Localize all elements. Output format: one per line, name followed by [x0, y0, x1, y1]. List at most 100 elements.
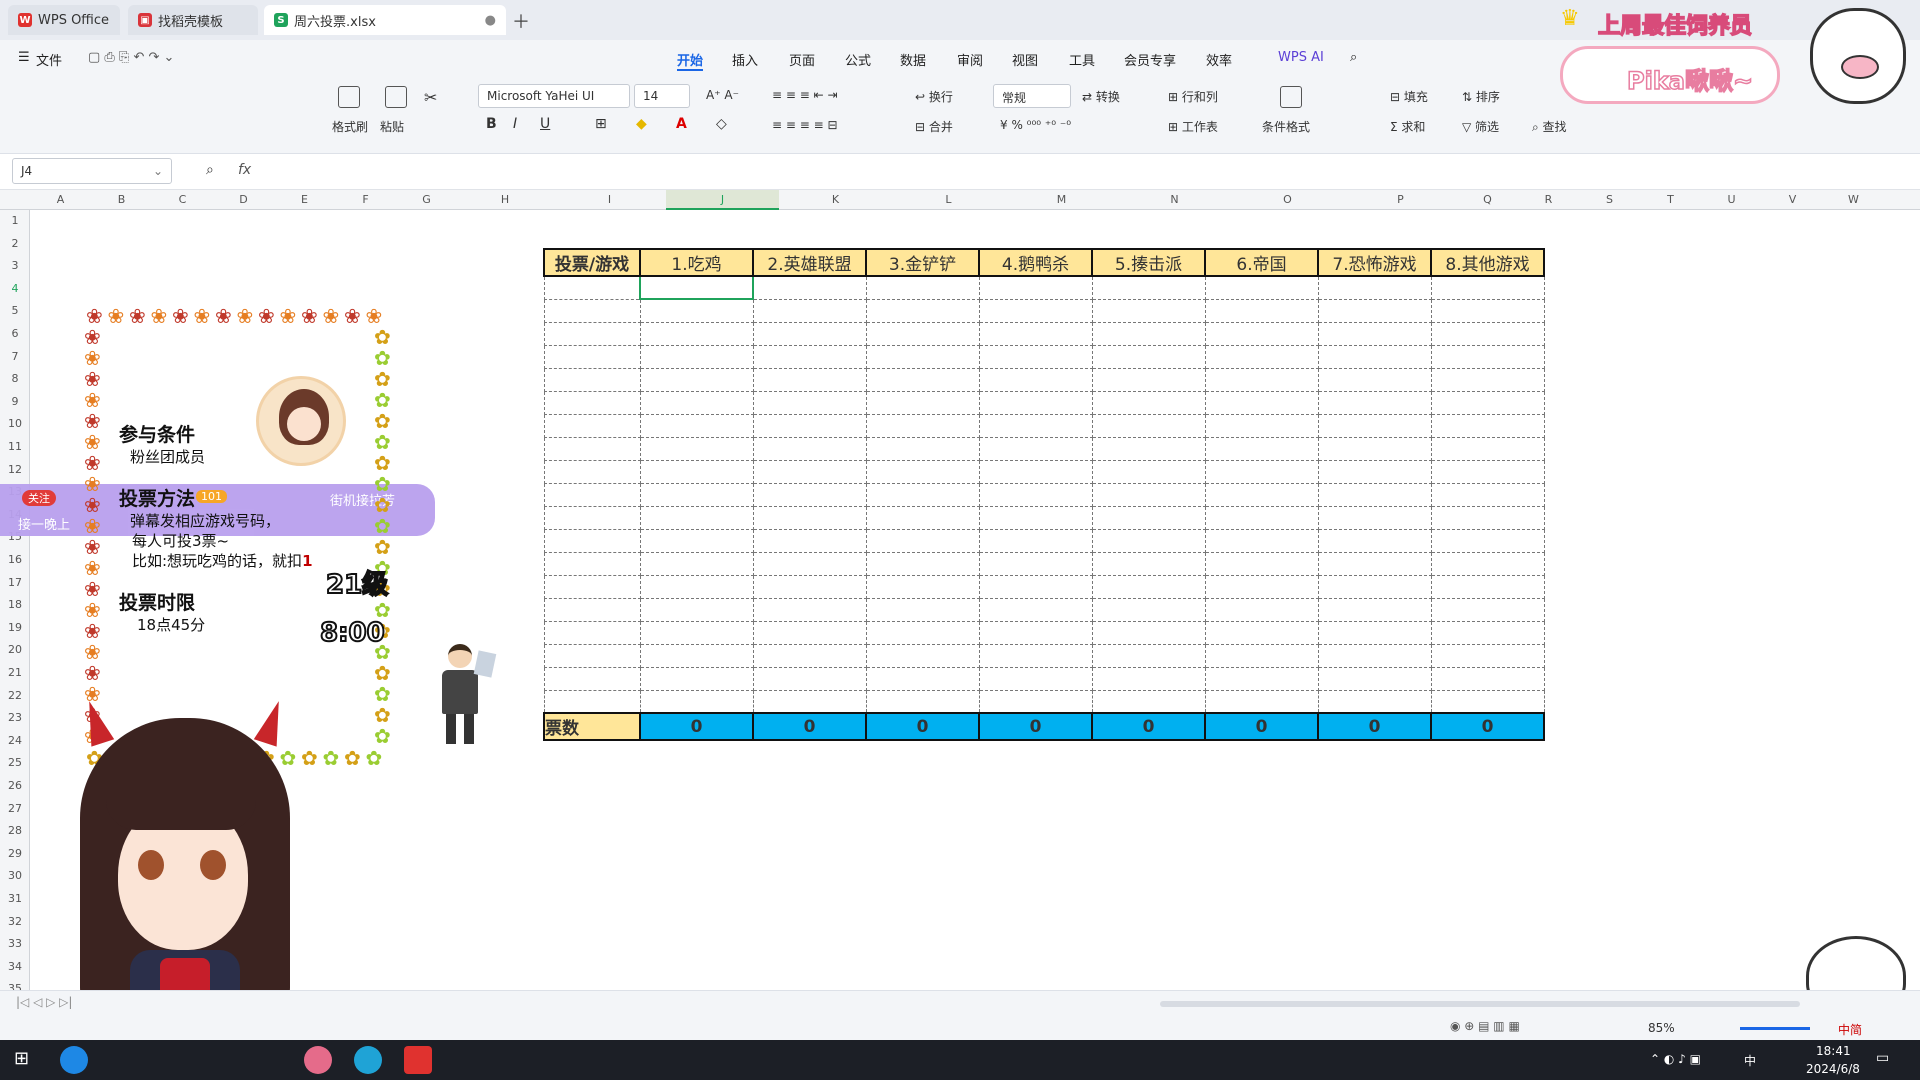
vote-cell[interactable] — [1091, 413, 1206, 438]
vote-cell[interactable] — [865, 390, 980, 415]
row-header[interactable]: 2 — [0, 237, 30, 250]
vote-cell[interactable] — [865, 597, 980, 622]
vote-cell[interactable] — [978, 505, 1093, 530]
bold-icon[interactable]: B — [486, 116, 497, 132]
row-header[interactable]: 5 — [0, 304, 30, 317]
new-tab-icon[interactable]: ＋ — [512, 8, 530, 34]
vote-cell[interactable] — [639, 367, 754, 392]
vote-cell[interactable] — [752, 597, 867, 622]
column-header[interactable]: K — [779, 193, 892, 206]
row-header[interactable]: 7 — [0, 350, 30, 363]
vote-cell[interactable] — [543, 436, 641, 461]
formula-input[interactable] — [264, 158, 1904, 184]
wrap-text-button[interactable]: ↩ 换行 — [915, 88, 953, 105]
vote-cell[interactable] — [1317, 551, 1432, 576]
number-format-icons[interactable]: ¥ % ⁰⁰⁰ ⁺⁰ ⁻⁰ — [1000, 118, 1071, 132]
vote-cell[interactable] — [752, 344, 867, 369]
vote-cell[interactable] — [1317, 275, 1432, 300]
vote-cell[interactable] — [978, 620, 1093, 645]
row-header[interactable]: 23 — [0, 711, 30, 724]
row-header[interactable]: 9 — [0, 395, 30, 408]
zoom-level[interactable]: 85% — [1648, 1021, 1675, 1035]
vote-cell[interactable] — [543, 298, 641, 323]
row-header[interactable]: 29 — [0, 847, 30, 860]
vote-cell[interactable] — [543, 574, 641, 599]
tab-template[interactable]: ▣ 找稻壳模板 — [128, 5, 258, 35]
vote-cell[interactable] — [1430, 275, 1545, 300]
vote-cell[interactable] — [1430, 574, 1545, 599]
align-top-icons[interactable]: ≡ ≡ ≡ ⇤ ⇥ — [772, 88, 838, 102]
vote-cell[interactable] — [1430, 643, 1545, 668]
column-header[interactable]: T — [1640, 193, 1701, 206]
row-header[interactable]: 3 — [0, 259, 30, 272]
vote-cell[interactable] — [639, 482, 754, 507]
notification-icon[interactable]: ▭ — [1876, 1050, 1889, 1066]
row-col-button[interactable]: ⊞ 行和列 — [1168, 88, 1218, 105]
vote-cell[interactable] — [1204, 666, 1319, 691]
vote-cell[interactable] — [978, 298, 1093, 323]
row-header[interactable]: 10 — [0, 417, 30, 430]
row-header[interactable]: 22 — [0, 689, 30, 702]
menu-formula[interactable]: 公式 — [845, 50, 871, 69]
vote-cell[interactable] — [865, 298, 980, 323]
row-header[interactable]: 21 — [0, 666, 30, 679]
paste-icon[interactable] — [385, 86, 407, 108]
row-header[interactable]: 16 — [0, 553, 30, 566]
vote-cell[interactable] — [543, 459, 641, 484]
number-format-select[interactable]: 常规 — [993, 84, 1071, 108]
menu-home[interactable]: 开始 — [677, 50, 704, 71]
vote-cell[interactable] — [978, 643, 1093, 668]
vote-cell[interactable] — [1317, 666, 1432, 691]
vote-cell[interactable] — [1091, 574, 1206, 599]
vote-cell[interactable] — [1430, 459, 1545, 484]
vote-cell[interactable] — [543, 344, 641, 369]
row-header[interactable]: 27 — [0, 802, 30, 815]
vote-cell[interactable] — [1091, 597, 1206, 622]
column-header[interactable]: H — [457, 193, 553, 206]
column-header[interactable]: S — [1579, 193, 1640, 206]
vote-cell[interactable] — [865, 574, 980, 599]
column-header[interactable]: C — [152, 193, 213, 206]
vote-cell[interactable] — [1317, 643, 1432, 668]
find-button[interactable]: ⌕ 查找 — [1532, 118, 1567, 135]
vote-cell[interactable] — [1204, 482, 1319, 507]
menu-efficiency[interactable]: 效率 — [1206, 50, 1232, 69]
vote-cell[interactable] — [1204, 689, 1319, 714]
vote-cell[interactable] — [543, 367, 641, 392]
vote-header-cell[interactable]: 7.恐怖游戏 — [1317, 248, 1432, 277]
vote-cell[interactable] — [1430, 620, 1545, 645]
windows-start-icon[interactable]: ⊞ — [14, 1048, 29, 1069]
column-header[interactable]: R — [1518, 193, 1579, 206]
row-header[interactable]: 28 — [0, 824, 30, 837]
name-box[interactable]: J4 ⌄ — [12, 158, 172, 184]
vote-cell[interactable] — [752, 321, 867, 346]
column-header[interactable]: D — [213, 193, 274, 206]
vote-cell[interactable] — [1430, 367, 1545, 392]
vote-cell[interactable] — [1430, 597, 1545, 622]
total-cell[interactable]: 0 — [978, 712, 1093, 741]
filter-button[interactable]: ▽ 筛选 — [1462, 118, 1499, 135]
vote-cell[interactable] — [1430, 413, 1545, 438]
vote-cell[interactable] — [978, 436, 1093, 461]
vote-cell[interactable] — [865, 689, 980, 714]
vote-cell[interactable] — [1430, 436, 1545, 461]
font-color-icon[interactable]: A — [676, 116, 687, 132]
vote-cell[interactable] — [543, 620, 641, 645]
row-header[interactable]: 1 — [0, 214, 30, 227]
vote-cell[interactable] — [1204, 620, 1319, 645]
total-cell[interactable]: 0 — [639, 712, 754, 741]
vote-cell[interactable] — [1091, 390, 1206, 415]
row-header[interactable]: 32 — [0, 915, 30, 928]
clock-date[interactable]: 2024/6/8 — [1806, 1062, 1860, 1076]
vote-cell[interactable] — [639, 643, 754, 668]
vote-cell[interactable] — [752, 413, 867, 438]
vote-cell[interactable] — [865, 643, 980, 668]
vote-cell[interactable] — [865, 620, 980, 645]
menu-data[interactable]: 数据 — [900, 50, 926, 69]
sum-button[interactable]: Σ 求和 — [1390, 118, 1425, 135]
font-grow-icon[interactable]: A⁺ A⁻ — [706, 88, 739, 102]
vote-cell[interactable] — [639, 436, 754, 461]
close-icon[interactable]: ● — [485, 13, 496, 28]
vote-cell[interactable] — [639, 689, 754, 714]
vote-cell[interactable] — [1204, 643, 1319, 668]
